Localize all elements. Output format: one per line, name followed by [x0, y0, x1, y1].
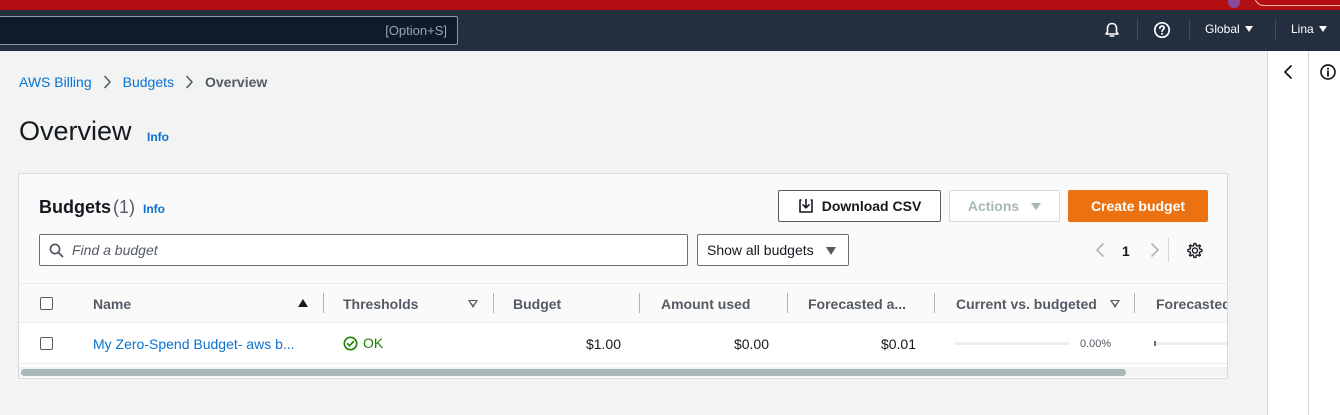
bell-icon[interactable] [1102, 20, 1122, 40]
budgets-table-container: Budgets (1) Info Download CSV Actions Cr… [18, 173, 1228, 379]
pager-divider [1168, 238, 1169, 262]
threshold-status: OK [343, 335, 383, 351]
status-ok-icon [343, 336, 358, 351]
caret-down-icon [1318, 26, 1327, 32]
tools-panel-divider [1308, 51, 1309, 415]
budgets-heading: Budgets [39, 197, 111, 217]
current-page-number[interactable]: 1 [1122, 243, 1130, 259]
current-vs-budgeted-progress-bar [955, 342, 1069, 345]
actions-label: Actions [967, 198, 1020, 214]
region-menu[interactable]: Global [1205, 22, 1253, 36]
table-header-row: Name Thresholds Budget Amount used Forec… [19, 283, 1227, 323]
chevron-right-icon [185, 75, 194, 89]
budget-name-link[interactable]: My Zero-Spend Budget- aws b... [93, 336, 295, 352]
column-resizer[interactable] [639, 293, 640, 313]
topbar-divider [1189, 19, 1190, 41]
account-menu[interactable]: Lina [1291, 22, 1327, 36]
breadcrumb-budgets[interactable]: Budgets [123, 74, 174, 90]
download-icon [798, 198, 814, 214]
tools-panel-rail [1267, 51, 1340, 415]
caret-down-icon [1031, 202, 1042, 210]
budgets-info-link[interactable]: Info [143, 202, 165, 216]
column-resizer[interactable] [934, 293, 935, 313]
sort-ascending-icon[interactable] [298, 299, 308, 307]
budgets-count: (1) [113, 197, 135, 217]
info-circle-icon[interactable] [1318, 62, 1338, 82]
budget-filter-select[interactable]: Show all budgets [697, 234, 849, 266]
caret-down-icon [826, 247, 836, 255]
search-shortcut-hint: [Option+S] [385, 23, 447, 38]
settings-gear-icon[interactable] [1185, 241, 1203, 259]
top-banner-pill[interactable] [1254, 0, 1340, 6]
forecasted-vs-budgeted-progress-bar [1154, 341, 1227, 346]
progress-bar-marker [1154, 341, 1156, 346]
chevron-left-icon[interactable] [1278, 62, 1298, 82]
column-header-forecasted[interactable]: Forecasted [1156, 296, 1227, 312]
help-icon[interactable] [1152, 20, 1172, 40]
actions-button[interactable]: Actions [949, 190, 1060, 222]
top-navigation-bar: [Option+S] Global Lina [0, 10, 1340, 51]
create-budget-label: Create budget [1090, 198, 1186, 214]
forecasted-amount: $0.01 [880, 336, 916, 352]
caret-down-icon [1244, 26, 1253, 32]
breadcrumb-current: Overview [205, 74, 268, 90]
column-resizer[interactable] [787, 293, 788, 313]
row-checkbox[interactable] [40, 337, 53, 350]
search-input[interactable] [72, 240, 672, 260]
sort-icon[interactable] [468, 300, 478, 308]
sort-icon[interactable] [1110, 300, 1120, 308]
download-csv-button[interactable]: Download CSV [778, 190, 941, 222]
user-name: Lina [1291, 22, 1314, 36]
column-resizer[interactable] [493, 293, 494, 313]
topbar-divider [1137, 19, 1138, 41]
download-csv-label: Download CSV [821, 198, 922, 214]
budget-amount: $1.00 [585, 336, 621, 352]
column-header-name[interactable]: Name [93, 296, 131, 312]
region-label: Global [1205, 22, 1240, 36]
chevron-right-icon [103, 75, 112, 89]
column-resizer[interactable] [1134, 293, 1135, 313]
previous-page-button[interactable] [1091, 241, 1109, 259]
global-search-input[interactable]: [Option+S] [0, 16, 458, 45]
next-page-button[interactable] [1146, 241, 1164, 259]
horizontal-scrollbar[interactable] [19, 367, 1227, 377]
avatar-dot [1228, 0, 1240, 8]
create-budget-button[interactable]: Create budget [1068, 190, 1208, 222]
threshold-status-label: OK [363, 335, 384, 351]
page-info-link[interactable]: Info [147, 130, 169, 144]
breadcrumb: AWS Billing Budgets Overview [19, 74, 267, 90]
amount-used: $0.00 [733, 336, 769, 352]
top-banner [0, 0, 1340, 10]
column-header-budget[interactable]: Budget [513, 296, 561, 312]
scrollbar-thumb[interactable] [21, 369, 1126, 376]
select-all-checkbox[interactable] [40, 297, 53, 310]
page-title: Overview [19, 116, 132, 146]
breadcrumb-aws-billing[interactable]: AWS Billing [19, 74, 92, 90]
column-header-thresholds[interactable]: Thresholds [343, 296, 418, 312]
column-resizer[interactable] [323, 293, 324, 313]
column-header-amount-used[interactable]: Amount used [661, 296, 750, 312]
budget-filter-value: Show all budgets [707, 242, 814, 258]
search-icon [49, 243, 64, 263]
column-header-current-vs-budgeted[interactable]: Current vs. budgeted [956, 296, 1097, 312]
current-vs-budgeted-percent: 0.00% [1080, 338, 1112, 350]
topbar-divider [1275, 19, 1276, 41]
find-budget-search [39, 234, 688, 266]
table-row: My Zero-Spend Budget- aws b... OK $1.00 … [19, 323, 1227, 364]
column-header-forecasted-amount[interactable]: Forecasted a... [808, 296, 906, 312]
